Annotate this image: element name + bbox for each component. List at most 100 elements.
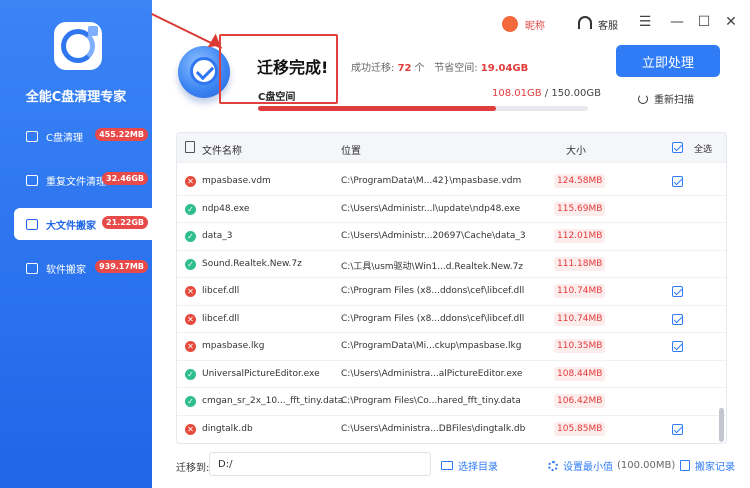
file-path: C:\Program Files\Co...hared_fft_tiny.dat… [341, 396, 521, 406]
maximize-icon[interactable]: ☐ [696, 14, 712, 30]
file-size: 115.69MB [554, 201, 606, 216]
table-row[interactable]: ✓ UniversalPictureEditor.exe C:\Users\Ad… [177, 361, 726, 388]
fail-icon: ✕ [185, 176, 196, 187]
file-name: libcef.dll [202, 313, 240, 324]
app-logo [54, 22, 102, 70]
table-row[interactable]: ✓ cmgan_sr_2x_10..._fft_tiny.data C:\Pro… [177, 388, 726, 416]
file-name: UniversalPictureEditor.exe [202, 368, 320, 379]
sidebar-badge: 455.22MB [95, 128, 148, 141]
table-row[interactable]: ✕ mpasbase.lkg C:\ProgramData\Mi...ckup\… [177, 333, 726, 361]
row-checkbox[interactable] [672, 423, 683, 435]
table-body: ✕ mpasbase.vdm C:\ProgramData\M...42}\mp… [177, 163, 726, 443]
header-size: 大小 [566, 146, 586, 157]
folder-icon [441, 461, 453, 470]
sidebar-item-large-file-move[interactable]: 大文件搬家 21.22GB [14, 208, 152, 240]
table-row[interactable]: ✓ ndp48.exe C:\Users\Administr...l\updat… [177, 196, 726, 223]
row-checkbox[interactable] [672, 313, 683, 325]
file-size: 110.35MB [554, 339, 606, 353]
success-unit: 个 [414, 63, 425, 74]
success-count: 72 [397, 63, 412, 74]
table-row[interactable]: ✕ libcef.dll C:\Program Files (x8...ddon… [177, 278, 726, 306]
sidebar-nav: C盘清理 455.22MB 重复文件清理 32.46GB 大文件搬家 21.22… [14, 120, 152, 296]
file-name: data_3 [202, 231, 233, 241]
fail-icon: ✕ [185, 423, 196, 435]
header-name: 文件名称 [202, 146, 242, 157]
choose-dir-button[interactable]: 选择目录 [441, 458, 498, 473]
process-now-button[interactable]: 立即处理 [616, 45, 720, 77]
table-row[interactable]: ✓ data_3 C:\Users\Administr...20697\Cach… [177, 223, 726, 251]
fail-icon: ✕ [185, 313, 196, 325]
history-button[interactable]: 搬家记录 [680, 458, 735, 473]
sidebar-item-label: 重复文件清理 [46, 176, 106, 188]
file-path: C:\Users\Administr...20697\Cache\data_3 [341, 231, 526, 241]
file-name: ndp48.exe [202, 203, 250, 214]
sidebar-item-label: C盘清理 [46, 132, 83, 144]
disk-progress-fill [258, 106, 496, 111]
file-path: C:\Users\Administr...l\update\ndp48.exe [341, 203, 521, 214]
file-path: C:\Program Files (x8...ddons\cef\libcef.… [341, 313, 525, 324]
app-title: 全能C盘清理专家 [25, 90, 127, 105]
menu-icon[interactable]: ☰ [637, 14, 653, 30]
software-icon [26, 262, 38, 274]
sidebar-item-software-move[interactable]: 软件搬家 939.17MB [14, 252, 152, 284]
rescan-label: 重新扫描 [654, 95, 694, 106]
file-size: 105.85MB [554, 421, 606, 436]
file-size: 106.42MB [554, 394, 606, 408]
file-size: 112.01MB [554, 229, 606, 243]
row-checkbox[interactable] [672, 341, 683, 352]
sidebar-item-duplicate-clean[interactable]: 重复文件清理 32.46GB [14, 164, 152, 196]
service-link[interactable]: 客服 [598, 17, 618, 32]
success-icon: ✓ [185, 368, 196, 380]
file-path: C:\Program Files (x8...ddons\cef\libcef.… [341, 286, 525, 296]
table-row[interactable]: ✓ Sound.Realtek.New.7z C:\工具\usm驱动\Win1.… [177, 251, 726, 278]
settings-icon [548, 460, 558, 471]
rescan-button[interactable]: 重新扫描 [638, 91, 694, 106]
headset-icon[interactable] [578, 16, 592, 29]
file-name: cmgan_sr_2x_10..._fft_tiny.data [202, 396, 344, 406]
select-all-checkbox[interactable] [672, 142, 683, 153]
set-min-button[interactable]: 设置最小值 (100.00MB) [548, 458, 675, 473]
duplicate-icon [26, 174, 38, 186]
row-checkbox[interactable] [672, 176, 683, 187]
choose-dir-label: 选择目录 [458, 462, 498, 473]
file-table: 文件名称 位置 大小 全选 ✕ mpasbase.vdm C:\ProgramD… [176, 132, 727, 444]
file-size: 111.18MB [554, 256, 606, 271]
table-header: 文件名称 位置 大小 全选 [177, 133, 726, 163]
disk-usage: 108.01GB / 150.00GB [492, 88, 601, 99]
row-checkbox[interactable] [672, 286, 683, 297]
table-row[interactable]: ✕ dingtalk.db C:\Users\Administra...DBFi… [177, 416, 726, 444]
history-label: 搬家记录 [695, 462, 735, 473]
nickname-link[interactable]: 昵称 [525, 17, 545, 32]
sidebar-badge: 32.46GB [102, 172, 148, 185]
success-icon: ✓ [185, 203, 196, 215]
disk-label: C盘空间 [258, 92, 296, 103]
sidebar-badge: 21.22GB [102, 216, 148, 229]
saved-label: 节省空间: [434, 63, 478, 74]
target-path-input[interactable] [209, 452, 431, 476]
disk-used: 108.01GB [492, 88, 542, 99]
close-icon[interactable]: ✕ [723, 14, 739, 30]
success-icon: ✓ [185, 258, 196, 270]
avatar[interactable] [502, 16, 518, 32]
table-scrollbar[interactable] [719, 408, 724, 442]
file-path: C:\ProgramData\Mi...ckup\mpasbase.lkg [341, 341, 522, 351]
file-name: dingtalk.db [202, 423, 253, 434]
sidebar: 全能C盘清理专家 C盘清理 455.22MB 重复文件清理 32.46GB 大文… [0, 0, 152, 488]
sidebar-item-c-clean[interactable]: C盘清理 455.22MB [14, 120, 152, 152]
header-select-all: 全选 [694, 145, 713, 155]
sidebar-item-label: 软件搬家 [46, 264, 86, 276]
disk-icon [26, 130, 38, 142]
target-label: 迁移到: [176, 463, 210, 474]
table-row[interactable]: ✕ libcef.dll C:\Program Files (x8...ddon… [177, 306, 726, 333]
document-icon [185, 141, 195, 153]
disk-progress-bar [258, 106, 588, 111]
success-icon: ✓ [185, 231, 196, 242]
table-row[interactable]: ✕ mpasbase.vdm C:\ProgramData\M...42}\mp… [177, 168, 726, 196]
file-path: C:\工具\usm驱动\Win1...d.Realtek.New.7z [341, 261, 524, 272]
fail-icon: ✕ [185, 341, 196, 352]
minimize-icon[interactable]: — [669, 14, 685, 30]
min-value: (100.00MB) [617, 460, 676, 471]
file-path: C:\ProgramData\M...42}\mpasbase.vdm [341, 176, 522, 186]
set-min-label: 设置最小值 [563, 462, 613, 473]
check-icon [190, 57, 218, 85]
